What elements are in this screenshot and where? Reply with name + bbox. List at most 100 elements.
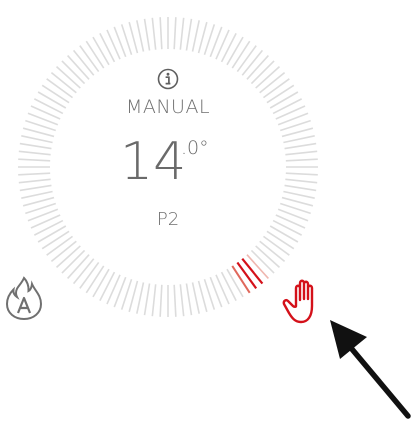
temperature-decimal: .0°: [181, 137, 209, 159]
mode-label: MANUAL: [125, 96, 211, 118]
dial-tick: [106, 29, 121, 60]
dial-tick: [18, 150, 51, 156]
dial-tick: [79, 45, 100, 73]
dial-tick: [250, 60, 275, 85]
dial-tick: [285, 150, 318, 156]
dial-tick: [259, 240, 286, 263]
dial-tick: [284, 142, 317, 150]
dial-tick: [61, 249, 86, 274]
dial-tick: [50, 240, 77, 263]
dial-tick: [72, 258, 95, 285]
dial-tick: [241, 49, 264, 76]
dial-tick: [30, 105, 61, 120]
dial-tick: [30, 214, 61, 229]
dial-tick: [37, 91, 67, 109]
dial-tick: [266, 84, 295, 104]
dial-tick: [143, 283, 151, 316]
dial-tick: [231, 265, 251, 294]
program-label: P2: [156, 209, 180, 230]
dial-tick: [191, 20, 200, 52]
dial-tick: [151, 284, 157, 317]
dial-tick: [92, 268, 110, 298]
dial-tick: [226, 36, 244, 66]
arrow-icon: [330, 320, 411, 419]
dial-tick: [79, 261, 100, 289]
dial-tick: [220, 32, 237, 63]
dial-tick: [215, 274, 230, 305]
dial-tick: [185, 283, 193, 316]
dial-tick: [55, 66, 81, 89]
dial-tick: [215, 29, 230, 60]
dial-tick: [159, 17, 163, 50]
dial-tick: [281, 127, 314, 138]
dial-tick: [269, 225, 299, 243]
dial-tick: [106, 274, 121, 305]
dial-tick: [241, 258, 264, 285]
dial-tick: [283, 190, 315, 199]
dial-tick: [250, 249, 275, 274]
dial-tick: [272, 219, 303, 236]
dial-tick: [67, 254, 90, 280]
dial-tick: [159, 284, 163, 317]
thermostat-screen: MANUAL 14 .0° P2: [0, 0, 415, 423]
dial-tick: [46, 78, 74, 99]
dial-tick: [173, 17, 177, 50]
dial-tick: [283, 135, 315, 144]
dial-tick: [61, 60, 86, 85]
dial-tick: [236, 45, 257, 73]
temperature-whole: 14: [120, 132, 187, 192]
dial-tick: [220, 271, 237, 302]
dial-tick: [55, 245, 81, 268]
dial-tick: [19, 142, 52, 150]
dial-tick: [21, 190, 53, 199]
dial-tick: [18, 172, 51, 176]
dial-tick: [185, 18, 193, 51]
dial-tick: [18, 158, 51, 162]
dial-tick: [266, 230, 295, 250]
temperature-display: 14 .0°: [112, 132, 232, 202]
dial-tick: [33, 219, 64, 236]
dial-tick: [22, 196, 55, 207]
dial-tick: [179, 17, 185, 50]
dial-tick: [272, 98, 303, 115]
dial-tick: [33, 98, 64, 115]
dial-tick: [50, 71, 77, 94]
dial-tick: [85, 40, 105, 69]
dial-tick: [285, 172, 318, 176]
dial-tick: [197, 280, 208, 313]
dial-tick: [46, 235, 74, 256]
dial-tick: [99, 271, 116, 302]
dial-tick: [85, 265, 105, 294]
dial-tick: [143, 18, 151, 51]
info-icon[interactable]: [157, 68, 179, 90]
dial-tick: [262, 78, 290, 99]
dial-tick: [226, 268, 244, 298]
dial-tick: [92, 36, 110, 66]
dial-tick: [128, 21, 139, 54]
dial-tick: [191, 282, 200, 314]
dial-tick: [19, 184, 52, 192]
dial-tick: [262, 235, 290, 256]
dial-tick: [173, 284, 177, 317]
dial-tick: [246, 254, 269, 280]
dial-tick: [255, 245, 281, 268]
dial-tick: [136, 20, 145, 52]
dial-tick: [285, 178, 318, 184]
dial-tick: [99, 32, 116, 63]
dial-tick: [67, 54, 90, 80]
dial-tick: [41, 84, 70, 104]
dial-tick: [128, 280, 139, 313]
dial-tick: [197, 21, 208, 54]
dial-tick: [255, 66, 281, 89]
dial-tick: [41, 230, 70, 250]
dial-tick: [179, 284, 185, 317]
auto-flame-icon[interactable]: [4, 275, 44, 321]
dial-tick: [275, 105, 306, 120]
dial-tick: [18, 178, 51, 184]
dial-tick: [259, 71, 286, 94]
dial-tick: [281, 196, 314, 207]
dial-tick: [37, 225, 67, 243]
dial-tick: [72, 49, 95, 76]
dial-tick: [136, 282, 145, 314]
dial-tick: [275, 214, 306, 229]
